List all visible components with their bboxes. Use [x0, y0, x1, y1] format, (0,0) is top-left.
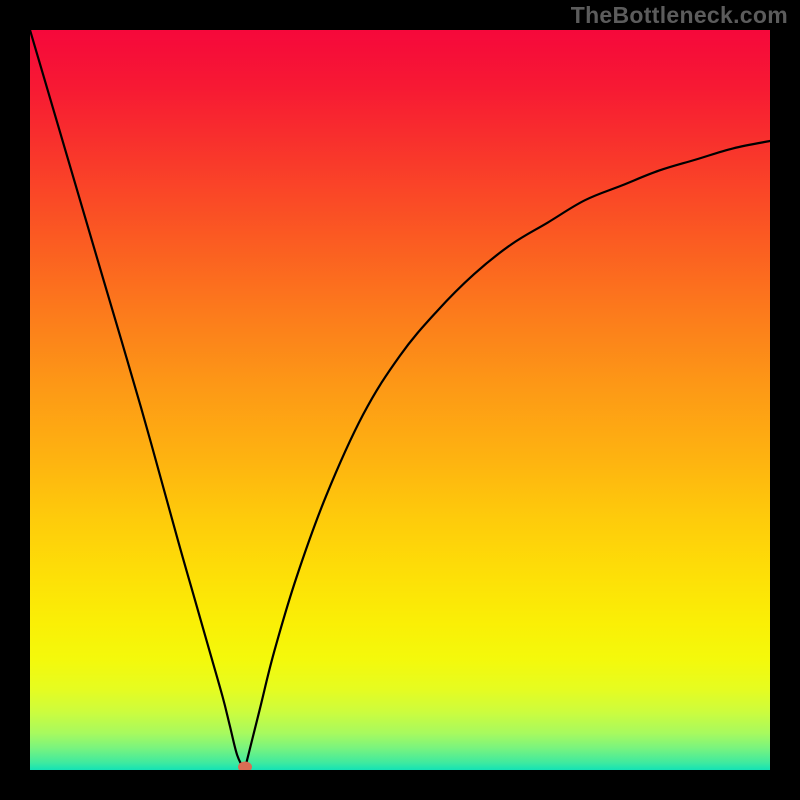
curve-left-branch: [30, 30, 245, 770]
plot-area: [30, 30, 770, 770]
chart-container: TheBottleneck.com: [0, 0, 800, 800]
bottleneck-curve: [30, 30, 770, 770]
watermark-text: TheBottleneck.com: [571, 2, 788, 29]
minimum-marker-dot: [238, 762, 252, 771]
curve-right-branch: [245, 141, 770, 770]
